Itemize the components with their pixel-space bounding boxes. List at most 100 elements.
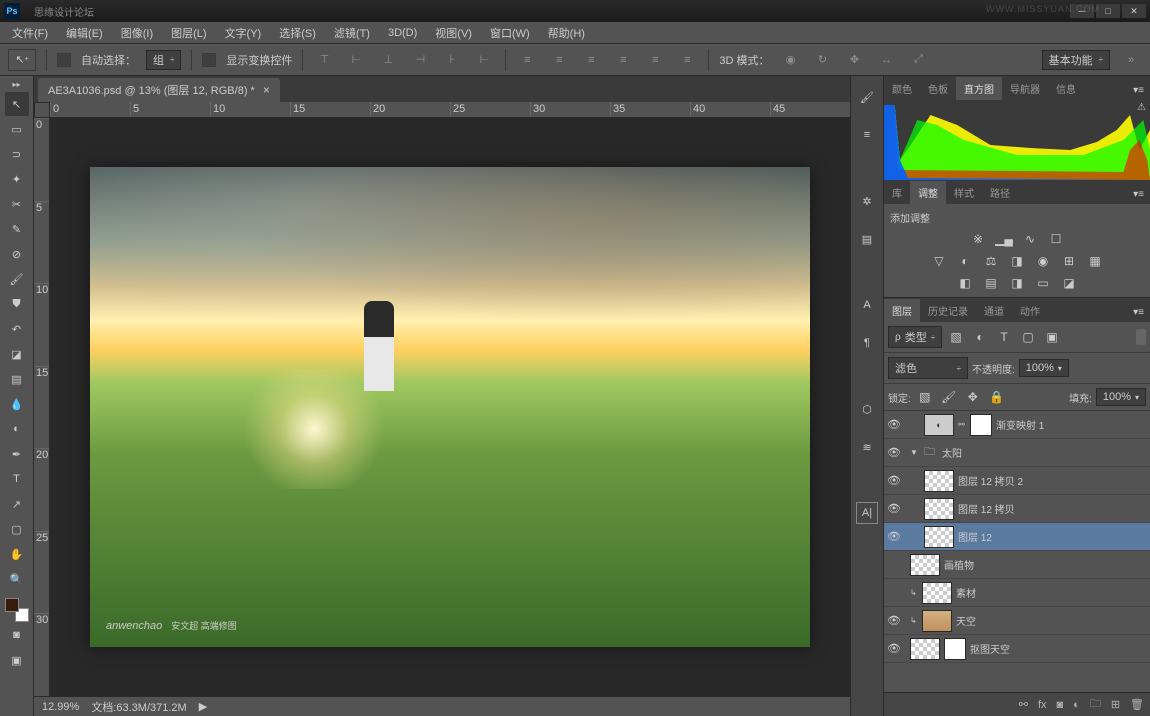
brush-tool[interactable]: 🖌 — [5, 267, 29, 291]
posterize-icon[interactable]: ▤ — [981, 275, 1001, 291]
layer-name[interactable]: 画植物 — [944, 557, 974, 572]
eyedropper-tool[interactable]: ✎ — [5, 217, 29, 241]
histogram-warning-icon[interactable]: ⚠ — [1137, 102, 1146, 113]
3d-panel-icon[interactable]: ⬡ — [856, 398, 878, 420]
shape-tool[interactable]: ▢ — [5, 517, 29, 541]
close-button[interactable]: ✕ — [1122, 4, 1146, 18]
histogram-menu-icon[interactable]: ▾≡ — [1127, 81, 1150, 100]
toolbar-collapse-icon[interactable]: ▸▸ — [12, 80, 20, 89]
layer-filter-kind[interactable]: ρ 类型 ÷ — [888, 326, 942, 348]
tab-color[interactable]: 颜色 — [884, 77, 920, 100]
properties-icon[interactable]: ▤ — [856, 228, 878, 250]
layer-thumbnail[interactable] — [922, 610, 952, 632]
distribute-1-icon[interactable]: ≡ — [516, 50, 538, 70]
visibility-toggle-icon[interactable]: 👁 — [886, 530, 902, 543]
auto-select-checkbox[interactable] — [57, 53, 71, 67]
filter-pixel-icon[interactable]: ▧ — [946, 329, 966, 345]
bw-icon[interactable]: ◨ — [1007, 253, 1027, 269]
layer-name[interactable]: 太阳 — [942, 445, 962, 460]
lock-pos-icon[interactable]: ✥ — [963, 389, 983, 405]
layer-thumbnail[interactable] — [910, 554, 940, 576]
crop-tool[interactable]: ✂ — [5, 192, 29, 216]
auto-select-dropdown[interactable]: 组÷ — [146, 50, 181, 70]
align-hcenter-icon[interactable]: ⊦ — [441, 50, 463, 70]
distribute-2-icon[interactable]: ≡ — [548, 50, 570, 70]
layer-mask-thumbnail[interactable] — [944, 638, 966, 660]
menu-help[interactable]: 帮助(H) — [540, 23, 593, 43]
layer-name[interactable]: 渐变映射 1 — [996, 417, 1044, 432]
visibility-toggle-icon[interactable]: 👁 — [886, 418, 902, 431]
lock-all-icon[interactable]: 🔒 — [987, 389, 1007, 405]
blur-tool[interactable]: 💧 — [5, 392, 29, 416]
visibility-toggle-icon[interactable]: 👁 — [886, 446, 902, 459]
distribute-5-icon[interactable]: ≡ — [644, 50, 666, 70]
menu-window[interactable]: 窗口(W) — [482, 23, 538, 43]
marquee-tool[interactable]: ▭ — [5, 117, 29, 141]
zoom-level[interactable]: 12.99% — [42, 701, 79, 713]
menu-layer[interactable]: 图层(L) — [163, 23, 214, 43]
add-mask-icon[interactable]: ◙ — [1057, 699, 1064, 711]
link-layers-icon[interactable]: ⚯ — [1019, 698, 1028, 711]
gradient-map-icon[interactable]: ▭ — [1033, 275, 1053, 291]
hue-icon[interactable]: ◐ — [955, 253, 975, 269]
distribute-3-icon[interactable]: ≡ — [580, 50, 602, 70]
workspace-dropdown[interactable]: 基本功能÷ — [1042, 50, 1110, 70]
type-panel-icon[interactable]: A| — [856, 502, 878, 524]
visibility-toggle-icon[interactable]: 👁 — [886, 614, 902, 627]
color-balance-icon[interactable]: ⚖ — [981, 253, 1001, 269]
ruler-origin[interactable] — [34, 102, 50, 118]
channel-mixer-icon[interactable]: ⊞ — [1059, 253, 1079, 269]
align-left-icon[interactable]: ⊣ — [409, 50, 431, 70]
layer-thumbnail[interactable] — [924, 526, 954, 548]
quick-mask-tool[interactable]: ◙ — [5, 623, 29, 647]
new-adjustment-icon[interactable]: ◐ — [1073, 699, 1080, 711]
opacity-input[interactable]: 100%▾ — [1019, 359, 1069, 377]
menu-select[interactable]: 选择(S) — [271, 23, 324, 43]
layers-menu-icon[interactable]: ▾≡ — [1127, 303, 1150, 322]
tab-history[interactable]: 历史记录 — [920, 299, 976, 322]
photo-filter-icon[interactable]: ◉ — [1033, 253, 1053, 269]
color-lookup-icon[interactable]: ▦ — [1085, 253, 1105, 269]
3d-pan-icon[interactable]: ✥ — [844, 50, 866, 70]
lock-trans-icon[interactable]: ▧ — [915, 389, 935, 405]
visibility-toggle-icon[interactable]: 👁 — [886, 502, 902, 515]
layer-name[interactable]: 图层 12 拷贝 2 — [958, 473, 1023, 488]
lasso-tool[interactable]: ⊃ — [5, 142, 29, 166]
hand-tool[interactable]: ✋ — [5, 542, 29, 566]
eraser-tool[interactable]: ◪ — [5, 342, 29, 366]
tab-actions[interactable]: 动作 — [1012, 299, 1048, 322]
history-brush-tool[interactable]: ↶ — [5, 317, 29, 341]
tab-library[interactable]: 库 — [884, 181, 910, 204]
status-arrow-icon[interactable]: ▶ — [199, 700, 207, 713]
selective-color-icon[interactable]: ◪ — [1059, 275, 1079, 291]
ruler-horizontal[interactable]: 051015202530354045 — [50, 102, 850, 118]
delete-layer-icon[interactable]: 🗑 — [1130, 698, 1144, 711]
layer-row[interactable]: 👁▼🗀太阳 — [884, 439, 1150, 467]
dodge-tool[interactable]: ◐ — [5, 417, 29, 441]
tab-channels[interactable]: 通道 — [976, 299, 1012, 322]
search-docs-icon[interactable]: » — [1120, 50, 1142, 70]
levels-icon[interactable]: ▁▄ — [994, 231, 1014, 247]
exposure-icon[interactable]: ☐ — [1046, 231, 1066, 247]
fill-input[interactable]: 100%▾ — [1096, 388, 1146, 406]
tab-info[interactable]: 信息 — [1048, 77, 1084, 100]
pen-tool[interactable]: ✒ — [5, 442, 29, 466]
align-right-icon[interactable]: ⊢ — [473, 50, 495, 70]
threshold-icon[interactable]: ◨ — [1007, 275, 1027, 291]
show-transform-checkbox[interactable] — [202, 53, 216, 67]
vibrance-icon[interactable]: ▽ — [929, 253, 949, 269]
filter-adjust-icon[interactable]: ◐ — [970, 329, 990, 345]
blend-mode-dropdown[interactable]: 滤色÷ — [888, 357, 968, 379]
menu-3d[interactable]: 3D(D) — [380, 25, 425, 41]
menu-view[interactable]: 视图(V) — [427, 23, 480, 43]
tab-histogram[interactable]: 直方图 — [956, 77, 1002, 100]
layer-thumbnail[interactable] — [924, 470, 954, 492]
tab-layers[interactable]: 图层 — [884, 299, 920, 322]
layer-name[interactable]: 图层 12 拷贝 — [958, 501, 1015, 516]
paragraph-icon[interactable]: ¶ — [856, 332, 878, 354]
tab-paths[interactable]: 路径 — [982, 181, 1018, 204]
layer-fx-icon[interactable]: fx — [1038, 699, 1047, 711]
ruler-vertical[interactable]: 051015202530 — [34, 118, 50, 696]
zoom-tool[interactable]: 🔍 — [5, 567, 29, 591]
distribute-6-icon[interactable]: ≡ — [676, 50, 698, 70]
